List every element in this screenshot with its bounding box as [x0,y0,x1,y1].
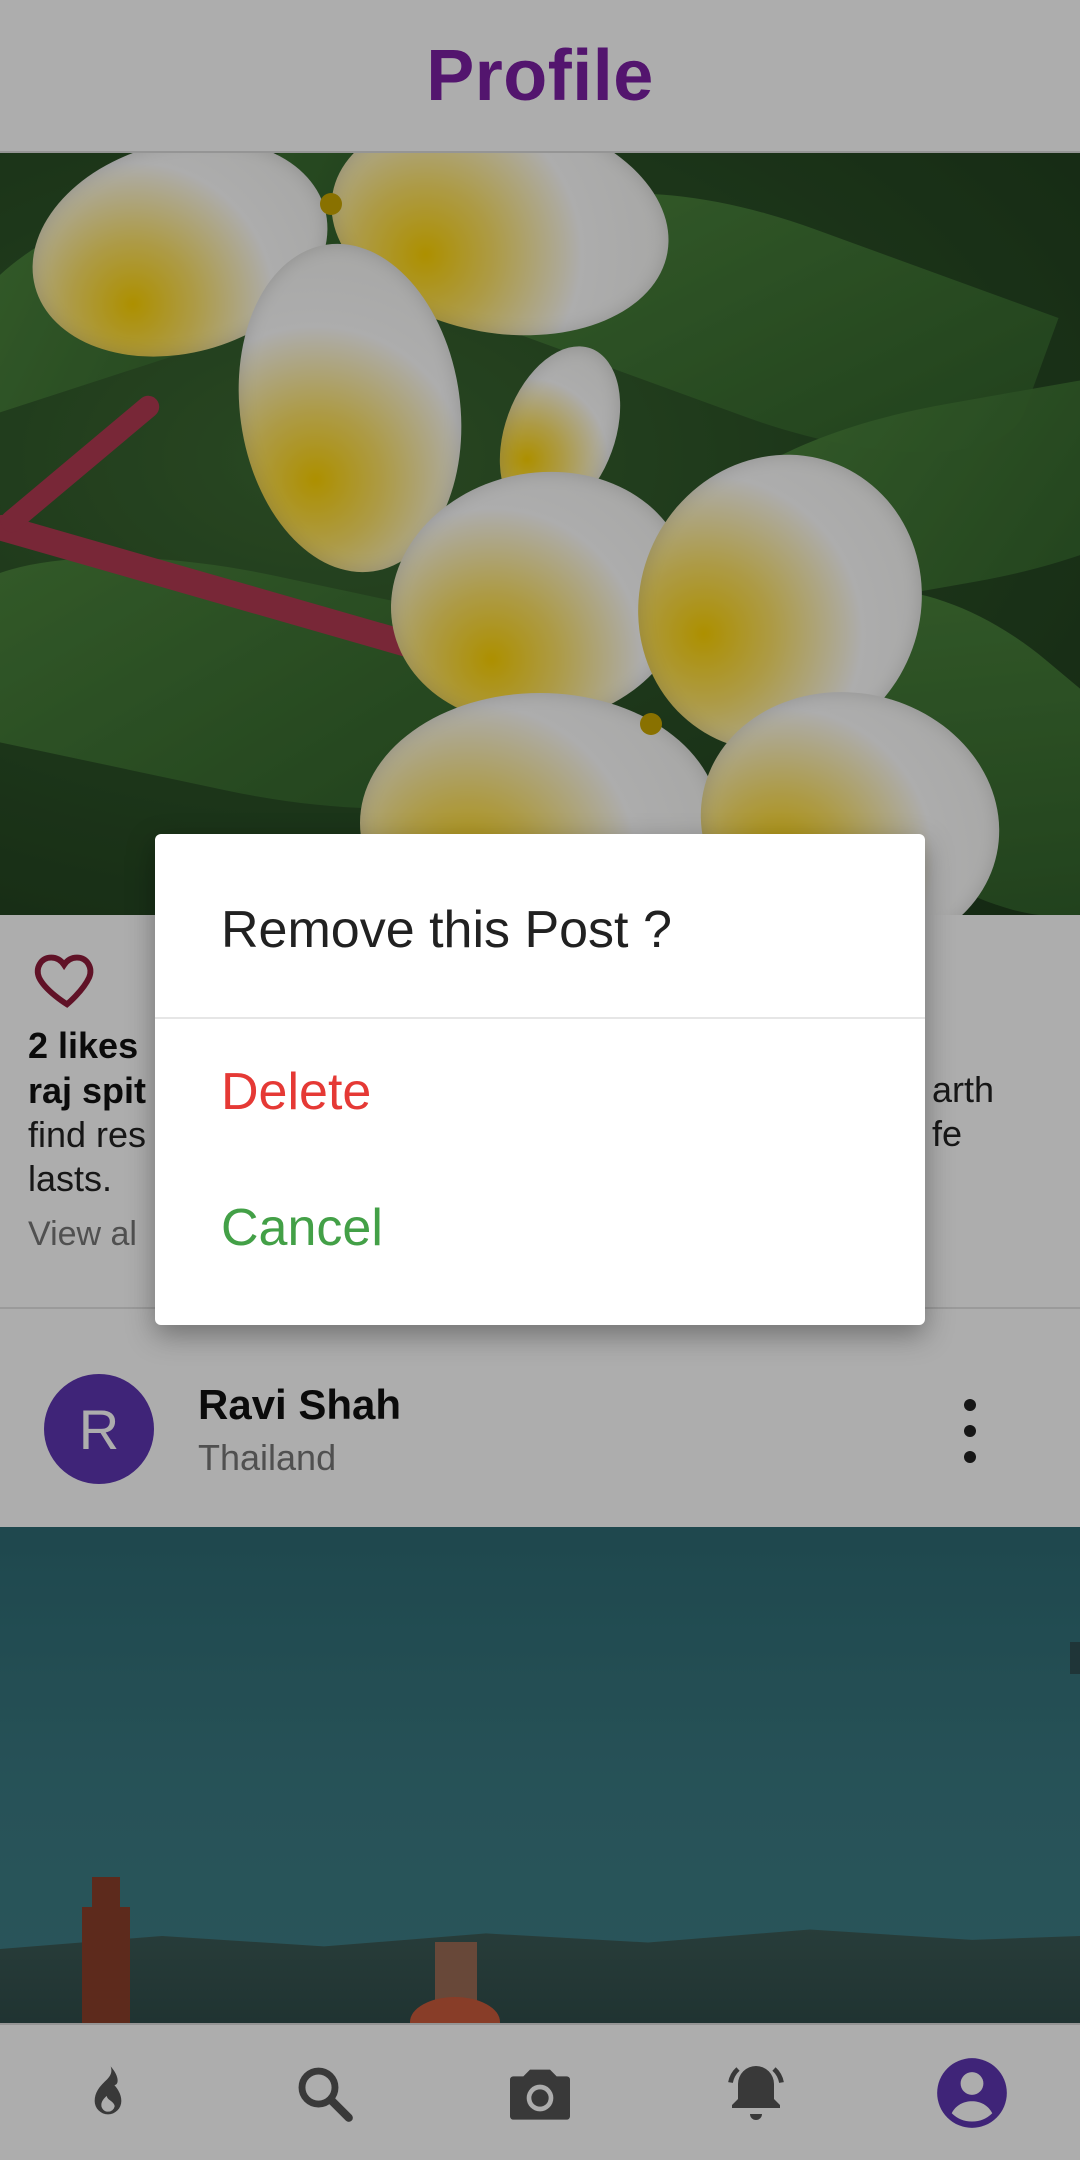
remove-post-dialog: Remove this Post ? Delete Cancel [155,834,925,1325]
cancel-button[interactable]: Cancel [221,1198,383,1258]
delete-button[interactable]: Delete [221,1062,371,1122]
app-root: Profile @nature 2 likes [0,0,1080,2160]
dialog-title: Remove this Post ? [221,901,672,959]
dialog-divider [155,1017,925,1019]
